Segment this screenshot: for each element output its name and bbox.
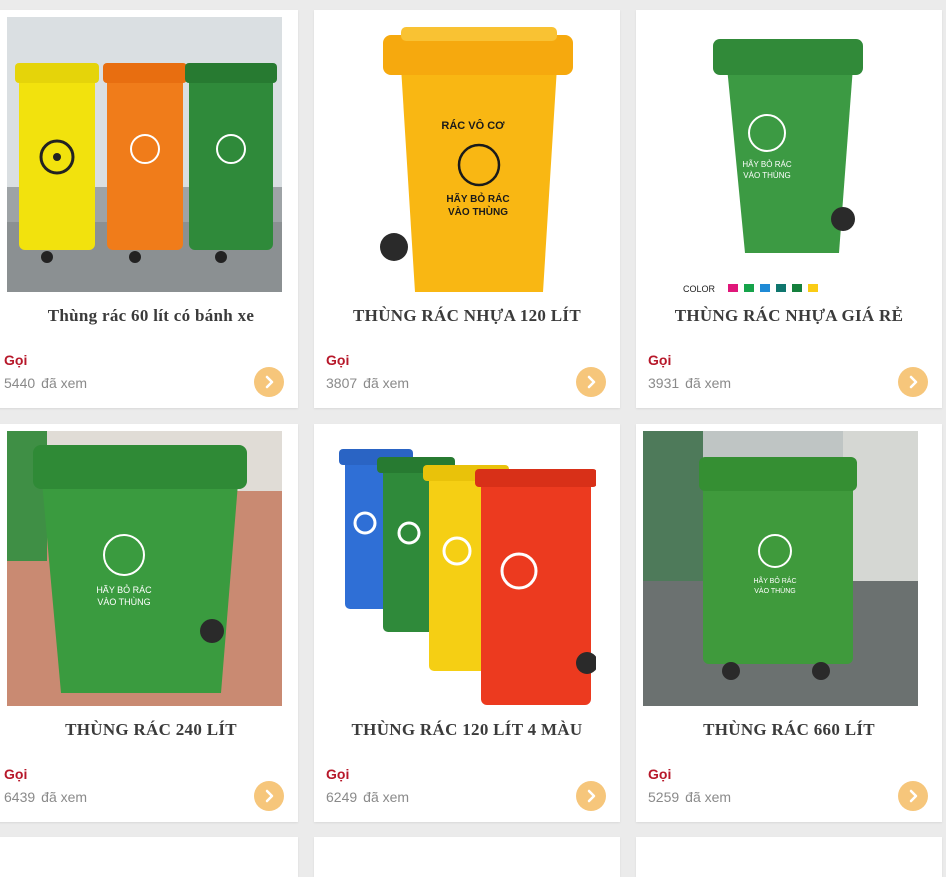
product-image[interactable]: [321, 431, 596, 706]
svg-text:RÁC VÔ CƠ: RÁC VÔ CƠ: [441, 119, 505, 132]
green-bin-cheap-image: HÃY BỎ RÁC VÀO THÙNG COLOR: [643, 17, 918, 292]
product-card[interactable]: RÁC VÔ CƠ HÃY BỎ RÁC VÀO THÙNG THÙNG RÁC…: [314, 10, 620, 408]
view-details-button[interactable]: [576, 367, 606, 397]
green-bin-240l-image: HÃY BỎ RÁC VÀO THÙNG: [7, 431, 282, 706]
svg-text:VÀO THÙNG: VÀO THÙNG: [743, 171, 790, 180]
svg-text:HÃY BỎ RÁC: HÃY BỎ RÁC: [96, 584, 152, 595]
svg-text:HÃY BỎ RÁC: HÃY BỎ RÁC: [446, 192, 509, 205]
svg-text:VÀO THÙNG: VÀO THÙNG: [754, 586, 796, 595]
product-price: Gọi: [326, 352, 350, 368]
views-label: đã xem: [685, 789, 732, 805]
svg-text:VÀO THÙNG: VÀO THÙNG: [97, 597, 150, 607]
product-image[interactable]: [7, 17, 282, 292]
view-count: 5440: [4, 375, 36, 391]
product-grid: Thùng rác 60 lít có bánh xe Gọi 5440 đã x…: [0, 0, 946, 877]
view-details-button[interactable]: [576, 781, 606, 811]
product-image[interactable]: HÃY BỎ RÁC VÀO THÙNG COLOR: [643, 17, 918, 292]
chevron-right-icon: [909, 789, 918, 803]
product-image[interactable]: HÃY BỎ RÁC VÀO THÙNG: [643, 431, 918, 706]
product-views: 6439 đã xem: [4, 789, 87, 805]
four-color-bins-image: [321, 431, 596, 706]
product-title[interactable]: THÙNG RÁC 660 LÍT: [636, 720, 942, 740]
product-views: 5259 đã xem: [648, 789, 731, 805]
views-label: đã xem: [685, 375, 732, 391]
svg-text:HÃY BỎ RÁC: HÃY BỎ RÁC: [753, 576, 796, 585]
product-views: 5440 đã xem: [4, 375, 87, 391]
product-card-partial: [314, 837, 620, 877]
svg-text:COLOR: COLOR: [683, 284, 716, 292]
product-image[interactable]: RÁC VÔ CƠ HÃY BỎ RÁC VÀO THÙNG: [321, 17, 596, 292]
product-title[interactable]: THÙNG RÁC 120 LÍT 4 MÀU: [314, 720, 620, 740]
product-title[interactable]: THÙNG RÁC 240 LÍT: [4, 720, 298, 740]
product-card[interactable]: HÃY BỎ RÁC VÀO THÙNG COLOR THÙNG RÁC NHỰ…: [636, 10, 942, 408]
views-label: đã xem: [41, 375, 88, 391]
svg-text:VÀO THÙNG: VÀO THÙNG: [448, 205, 508, 218]
product-card[interactable]: HÃY BỎ RÁC VÀO THÙNG THÙNG RÁC 240 LÍT G…: [0, 424, 298, 822]
views-label: đã xem: [363, 789, 410, 805]
views-label: đã xem: [41, 789, 88, 805]
yellow-bin-120l-image: RÁC VÔ CƠ HÃY BỎ RÁC VÀO THÙNG: [321, 17, 596, 292]
product-image[interactable]: HÃY BỎ RÁC VÀO THÙNG: [7, 431, 282, 706]
product-card-partial: [0, 837, 298, 877]
chevron-right-icon: [587, 375, 596, 389]
product-title[interactable]: Thùng rác 60 lít có bánh xe: [4, 306, 298, 326]
chevron-right-icon: [265, 789, 274, 803]
view-count: 5259: [648, 789, 680, 805]
view-details-button[interactable]: [254, 781, 284, 811]
view-count: 6249: [326, 789, 358, 805]
view-details-button[interactable]: [898, 367, 928, 397]
view-count: 6439: [4, 789, 36, 805]
green-bin-660l-image: HÃY BỎ RÁC VÀO THÙNG: [643, 431, 918, 706]
product-card[interactable]: Thùng rác 60 lít có bánh xe Gọi 5440 đã x…: [0, 10, 298, 408]
product-title[interactable]: THÙNG RÁC NHỰA 120 LÍT: [314, 306, 620, 326]
views-label: đã xem: [363, 375, 410, 391]
product-views: 3807 đã xem: [326, 375, 409, 391]
view-details-button[interactable]: [254, 367, 284, 397]
product-price: Gọi: [4, 766, 28, 782]
view-count: 3931: [648, 375, 680, 391]
product-price: Gọi: [648, 352, 672, 368]
product-price: Gọi: [648, 766, 672, 782]
product-price: Gọi: [4, 352, 28, 368]
product-views: 6249 đã xem: [326, 789, 409, 805]
chevron-right-icon: [265, 375, 274, 389]
view-details-button[interactable]: [898, 781, 928, 811]
product-card[interactable]: THÙNG RÁC 120 LÍT 4 MÀU Gọi 6249 đã xem: [314, 424, 620, 822]
trash-bins-60l-three-colors-image: [7, 17, 282, 292]
view-count: 3807: [326, 375, 358, 391]
chevron-right-icon: [909, 375, 918, 389]
product-views: 3931 đã xem: [648, 375, 731, 391]
product-title[interactable]: THÙNG RÁC NHỰA GIÁ RẺ: [636, 306, 942, 326]
product-card[interactable]: HÃY BỎ RÁC VÀO THÙNG THÙNG RÁC 660 LÍT G…: [636, 424, 942, 822]
chevron-right-icon: [587, 789, 596, 803]
product-price: Gọi: [326, 766, 350, 782]
product-card-partial: [636, 837, 942, 877]
svg-text:HÃY BỎ RÁC: HÃY BỎ RÁC: [742, 160, 791, 169]
